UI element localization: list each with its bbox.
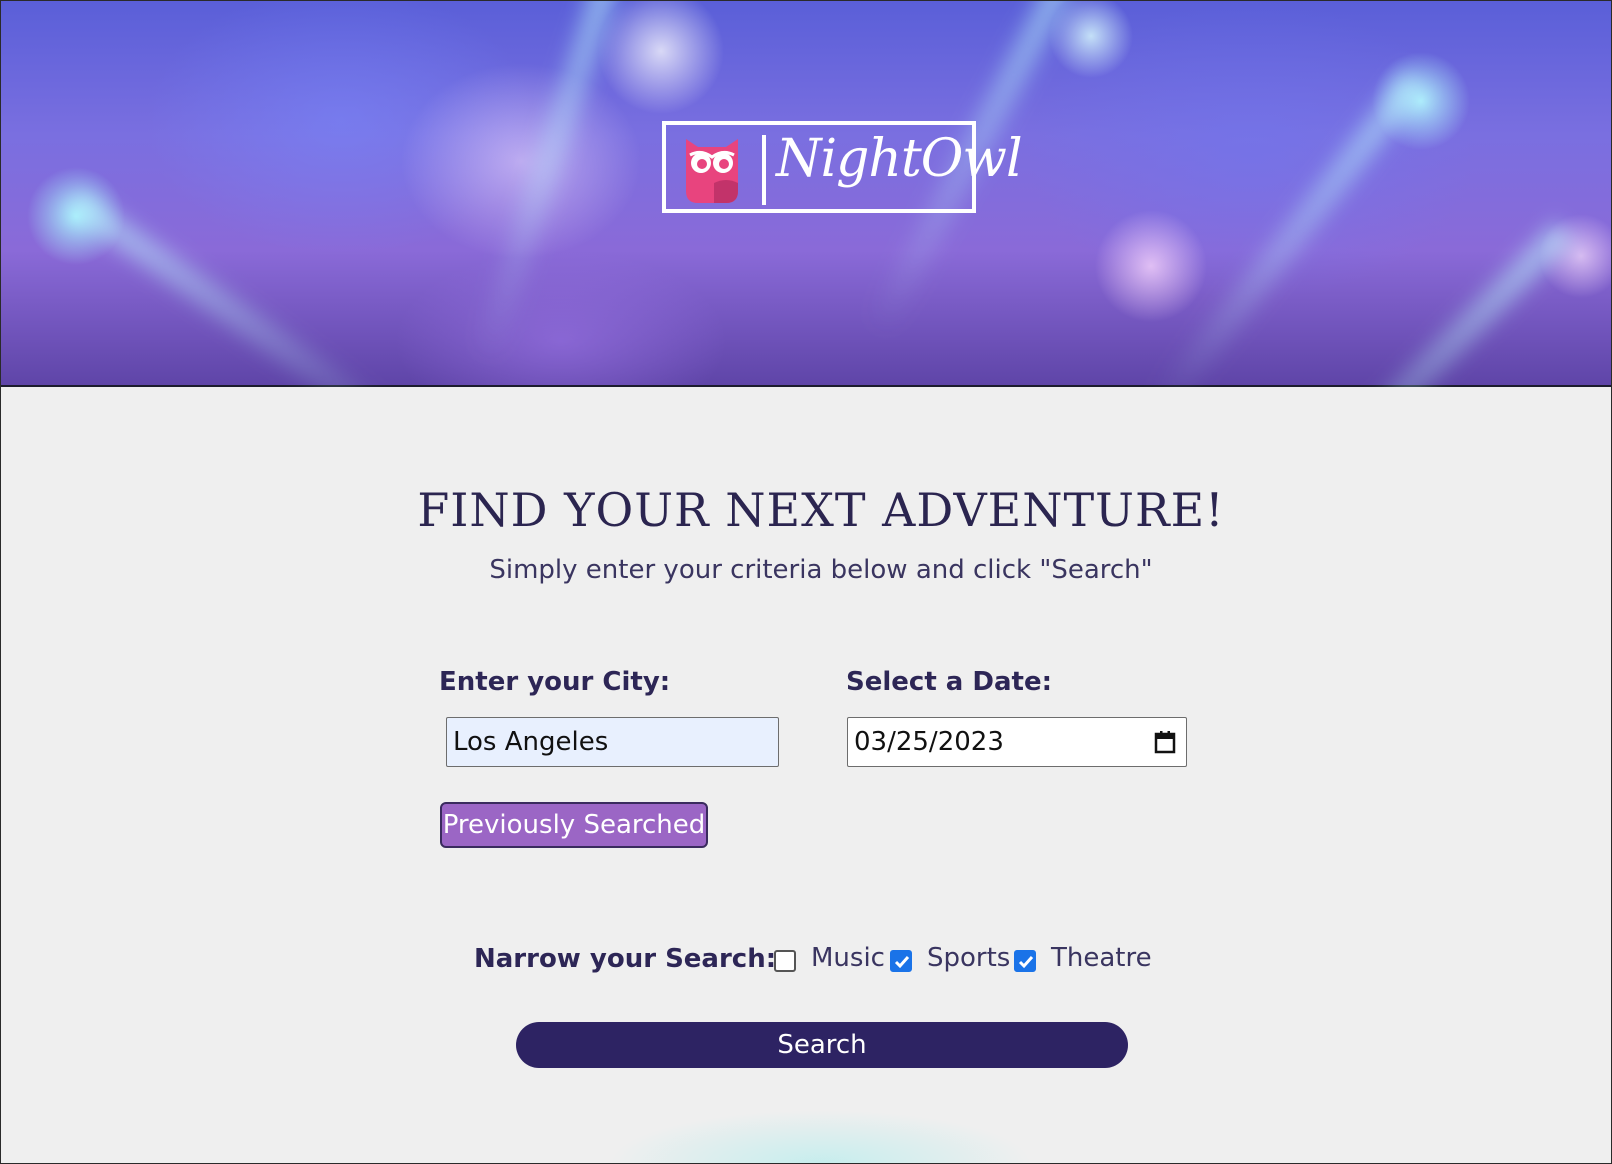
previously-searched-button[interactable]: Previously Searched <box>440 802 708 848</box>
theatre-checkbox[interactable] <box>1014 950 1036 972</box>
light-beam <box>471 1 627 365</box>
page: NightOwl FIND YOUR NEXT ADVENTURE! Simpl… <box>0 0 1612 1164</box>
search-section: FIND YOUR NEXT ADVENTURE! Simply enter y… <box>1 387 1611 1163</box>
check-icon <box>894 956 910 969</box>
light-beam <box>1145 72 1425 420</box>
page-subtitle: Simply enter your criteria below and cli… <box>489 555 1153 585</box>
site-logo[interactable]: NightOwl <box>662 121 1023 213</box>
music-checkbox[interactable] <box>774 950 796 972</box>
narrow-search-label: Narrow your Search: <box>474 944 777 974</box>
sports-label[interactable]: Sports <box>927 943 1010 973</box>
date-value: 03/25/2023 <box>854 727 1004 757</box>
search-button[interactable]: Search <box>516 1022 1128 1068</box>
date-label: Select a Date: <box>846 667 1052 697</box>
logo-divider <box>762 135 766 205</box>
city-input[interactable]: Los Angeles <box>446 717 779 767</box>
sports-checkbox[interactable] <box>890 950 912 972</box>
theatre-label[interactable]: Theatre <box>1051 943 1152 973</box>
calendar-icon[interactable] <box>1154 730 1176 754</box>
hero-banner: NightOwl <box>1 1 1611 538</box>
check-icon <box>1018 956 1034 969</box>
page-title: FIND YOUR NEXT ADVENTURE! <box>417 483 1225 537</box>
music-label[interactable]: Music <box>811 943 885 973</box>
logo-text: NightOwl <box>776 129 1023 189</box>
date-input[interactable]: 03/25/2023 <box>847 717 1187 767</box>
city-label: Enter your City: <box>439 667 671 697</box>
owl-icon <box>686 139 738 203</box>
